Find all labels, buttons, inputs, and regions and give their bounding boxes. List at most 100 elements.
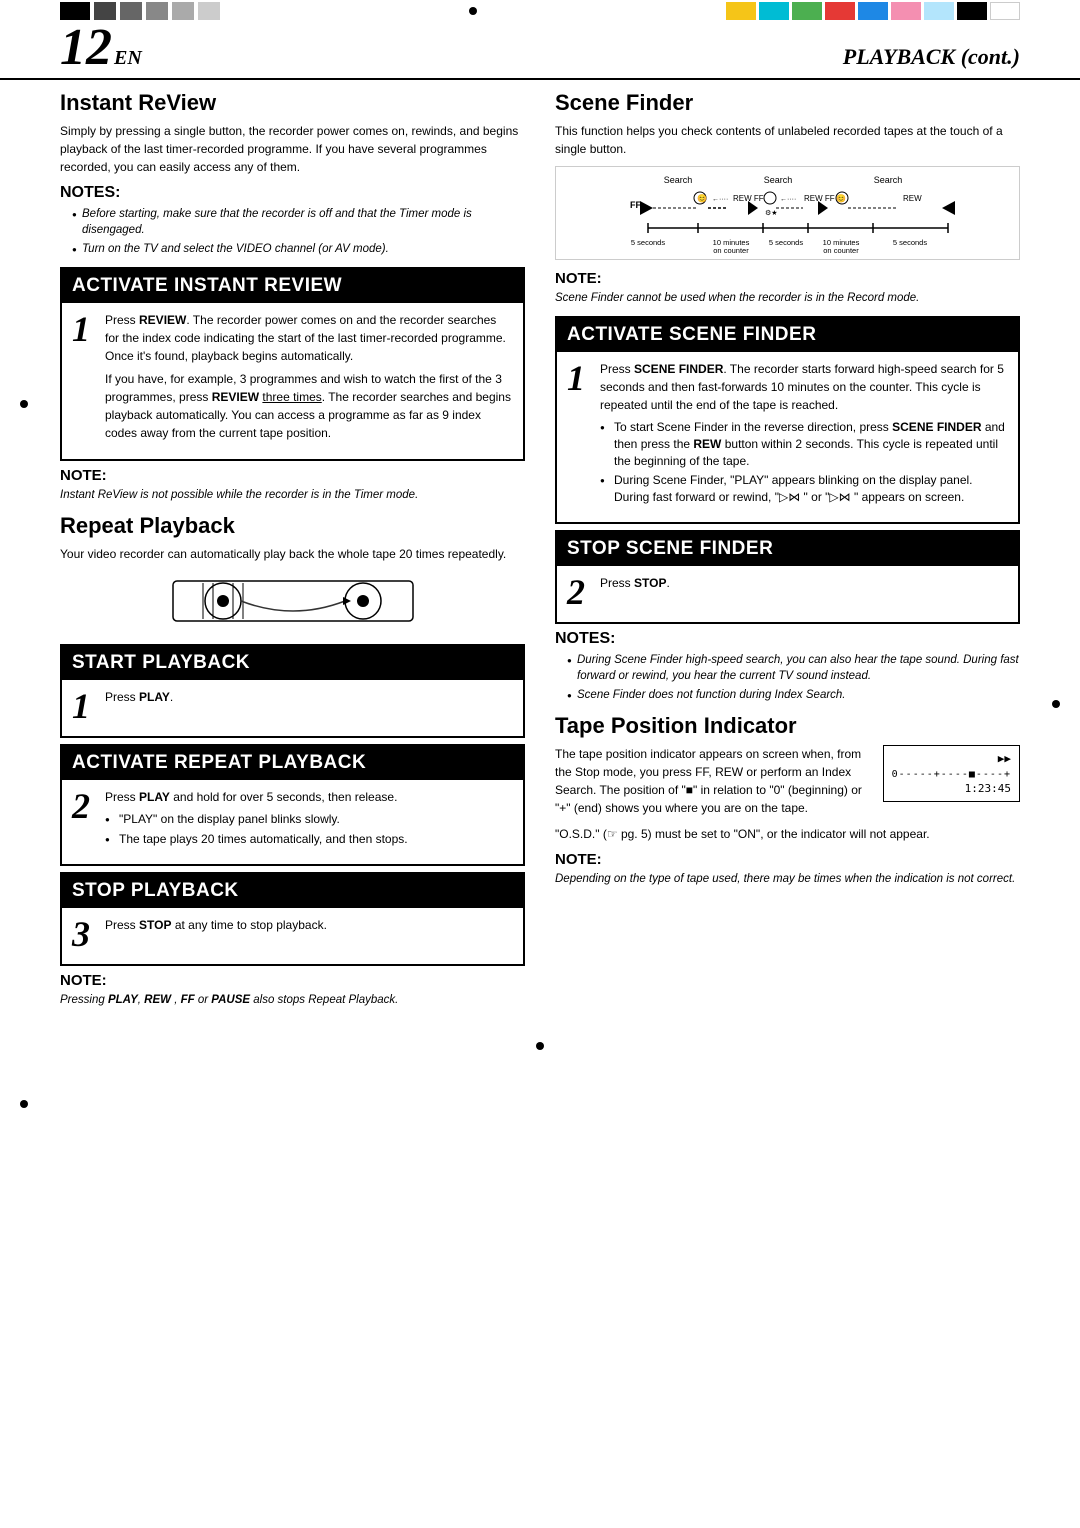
svg-text:😊: 😊 xyxy=(697,194,707,203)
scene-finder-diagram: Search Search Search FF 😊 ←···· REW FF xyxy=(555,166,1020,260)
activate-instant-review-box: ACTIVATE INSTANT REVIEW 1 Press REVIEW. … xyxy=(60,267,525,461)
scene-bullet-2: During Scene Finder, "PLAY" appears blin… xyxy=(600,472,1008,506)
step-num-rp3: 3 xyxy=(72,916,97,952)
col-right: Scene Finder This function helps you che… xyxy=(555,90,1020,1018)
activate-instant-review-body: 1 Press REVIEW. The recorder power comes… xyxy=(62,303,523,459)
color-block-dark1 xyxy=(94,2,116,20)
instant-review-note-1: Before starting, make sure that the reco… xyxy=(72,206,525,238)
color-block-dark3 xyxy=(146,2,168,20)
ff-indicator: ▶▶ xyxy=(892,752,1011,765)
page-en: EN xyxy=(114,47,142,70)
color-block-dark4 xyxy=(172,2,194,20)
step-num-rp2: 2 xyxy=(72,788,97,824)
svg-text:REW FF: REW FF xyxy=(804,194,835,203)
bottom-center-dot xyxy=(0,1038,1080,1073)
main-content: Instant ReView Simply by pressing a sing… xyxy=(0,90,1080,1018)
activate-repeat-header: ACTIVATE REPEAT PLAYBACK xyxy=(62,746,523,780)
tape-position-content: ▶▶ 0-----+----■----+ 1:23:45 The tape po… xyxy=(555,745,1020,851)
tape-bar: 0-----+----■----+ xyxy=(892,769,1011,780)
step-1-content: Press REVIEW. The recorder power comes o… xyxy=(105,311,513,447)
instant-review-notes-list: Before starting, make sure that the reco… xyxy=(60,206,525,257)
scene-finder-section: Scene Finder This function helps you che… xyxy=(555,90,1020,703)
step-num-sf1: 1 xyxy=(567,360,592,396)
svg-text:on counter: on counter xyxy=(823,246,859,253)
activate-repeat-body: 2 Press PLAY and hold for over 5 seconds… xyxy=(62,780,523,864)
step-num-1: 1 xyxy=(72,311,97,347)
tape-position-diagram: ▶▶ 0-----+----■----+ 1:23:45 xyxy=(883,745,1020,802)
start-playback-body: 1 Press PLAY. xyxy=(62,680,523,736)
instant-review-note-2: Turn on the TV and select the VIDEO chan… xyxy=(72,241,525,257)
color-block-pink xyxy=(891,2,921,20)
step-sf2-content: Press STOP. xyxy=(600,574,1008,592)
activate-repeat-box: ACTIVATE REPEAT PLAYBACK 2 Press PLAY an… xyxy=(60,744,525,866)
side-dot-left-1 xyxy=(20,400,28,408)
tape-position-note-header: NOTE: xyxy=(555,851,1020,868)
step-num-sf2: 2 xyxy=(567,574,592,610)
tape-position-section: Tape Position Indicator ▶▶ 0-----+----■-… xyxy=(555,713,1020,887)
repeat-playback-description: Your video recorder can automatically pl… xyxy=(60,545,525,563)
activate-scene-finder-box: ACTIVATE SCENE FINDER 1 Press SCENE FIND… xyxy=(555,316,1020,524)
stop-playback-body: 3 Press STOP at any time to stop playbac… xyxy=(62,908,523,964)
svg-text:on counter: on counter xyxy=(713,246,749,253)
color-block-cyan xyxy=(759,2,789,20)
scene-finder-note-text: Scene Finder cannot be used when the rec… xyxy=(555,290,1020,306)
svg-text:5 seconds: 5 seconds xyxy=(892,238,926,247)
instant-review-note-header: NOTE: xyxy=(60,467,525,484)
side-dot-right-1 xyxy=(1052,700,1060,708)
instant-review-description: Simply by pressing a single button, the … xyxy=(60,122,525,176)
svg-text:5 seconds: 5 seconds xyxy=(630,238,664,247)
color-block-red xyxy=(825,2,855,20)
svg-text:←····: ←···· xyxy=(780,196,796,203)
color-block-white xyxy=(990,2,1020,20)
svg-text:REW: REW xyxy=(903,194,922,203)
repeat-bullet-2: The tape plays 20 times automatically, a… xyxy=(105,831,513,848)
repeat-playback-title: Repeat Playback xyxy=(60,513,525,539)
page-number: 12 xyxy=(60,22,112,74)
page-header: 12 EN PLAYBACK (cont.) xyxy=(0,22,1080,80)
scene-bullet-1: To start Scene Finder in the reverse dir… xyxy=(600,419,1008,469)
scene-note-1: During Scene Finder high-speed search, y… xyxy=(567,652,1020,684)
activate-instant-review-header: ACTIVATE INSTANT REVIEW xyxy=(62,269,523,303)
repeat-playback-section: Repeat Playback Your video recorder can … xyxy=(60,513,525,1008)
activate-scene-finder-header: ACTIVATE SCENE FINDER xyxy=(557,318,1018,352)
center-dot xyxy=(220,0,726,22)
scene-finder-note-header: NOTE: xyxy=(555,270,1020,287)
color-block-lightblue xyxy=(924,2,954,20)
tape-position-title: Tape Position Indicator xyxy=(555,713,1020,739)
time-indicator: 1:23:45 xyxy=(892,782,1011,795)
step-rp1-content: Press PLAY. xyxy=(105,688,513,706)
color-block-dark5 xyxy=(198,2,220,20)
col-left: Instant ReView Simply by pressing a sing… xyxy=(60,90,525,1018)
repeat-note-text: Pressing PLAY, REW , FF or PAUSE also st… xyxy=(60,992,525,1008)
stop-playback-header: STOP PLAYBACK xyxy=(62,874,523,908)
svg-text:FF: FF xyxy=(630,200,641,210)
stop-scene-finder-body: 2 Press STOP. xyxy=(557,566,1018,622)
svg-text:⚙★: ⚙★ xyxy=(765,209,778,217)
repeat-bullet-1: "PLAY" on the display panel blinks slowl… xyxy=(105,811,513,828)
instant-review-notes-header: NOTES: xyxy=(60,184,525,202)
start-playback-header: START PLAYBACK xyxy=(62,646,523,680)
side-dot-left-2 xyxy=(20,1100,28,1108)
color-block-black2 xyxy=(957,2,987,20)
color-block-green xyxy=(792,2,822,20)
top-color-bars xyxy=(0,0,1080,22)
tape-position-note-text: Depending on the type of tape used, ther… xyxy=(555,871,1020,887)
instant-review-title: Instant ReView xyxy=(60,90,525,116)
step-rp3-content: Press STOP at any time to stop playback. xyxy=(105,916,513,934)
color-block-blue xyxy=(858,2,888,20)
stop-scene-finder-box: STOP SCENE FINDER 2 Press STOP. xyxy=(555,530,1020,624)
activate-scene-finder-body: 1 Press SCENE FINDER. The recorder start… xyxy=(557,352,1018,522)
svg-text:😊: 😊 xyxy=(836,194,846,203)
svg-text:Search: Search xyxy=(873,175,902,185)
instant-review-section: Instant ReView Simply by pressing a sing… xyxy=(60,90,525,503)
instant-review-note-text: Instant ReView is not possible while the… xyxy=(60,487,525,503)
step-rp2-content: Press PLAY and hold for over 5 seconds, … xyxy=(105,788,513,852)
svg-text:Search: Search xyxy=(663,175,692,185)
svg-text:5 seconds: 5 seconds xyxy=(768,238,802,247)
step-num-rp1: 1 xyxy=(72,688,97,724)
scene-finder-notes2-header: NOTES: xyxy=(555,630,1020,648)
repeat-illustration xyxy=(60,571,525,638)
color-block-black1 xyxy=(60,2,90,20)
repeat-note-header: NOTE: xyxy=(60,972,525,989)
top-bar-right xyxy=(726,0,1080,22)
